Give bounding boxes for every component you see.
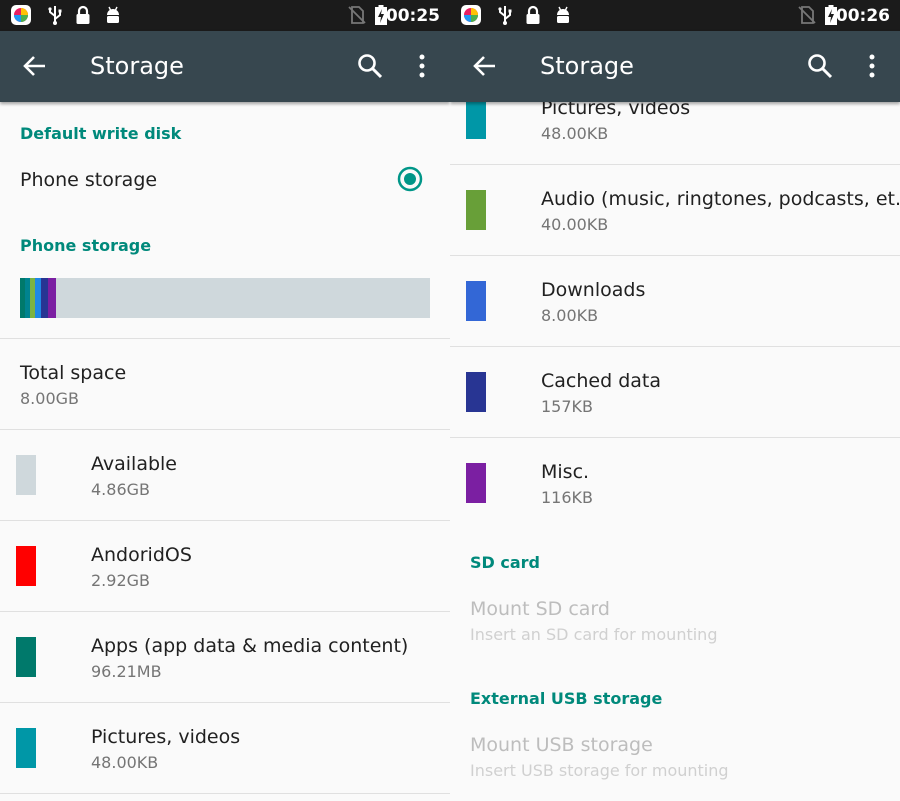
category-size: 116KB: [541, 488, 594, 507]
radio-checked-icon[interactable]: [397, 166, 423, 192]
no-sim-icon: [348, 6, 366, 24]
status-time: 00:25: [385, 6, 440, 26]
storage-screen-right: 00:26 Storage Pictures, videos 48.00KB Aud…: [450, 0, 900, 801]
storage-category-row[interactable]: Pictures, videos 48.00KB: [0, 703, 450, 794]
category-size: 48.00KB: [541, 124, 609, 143]
search-icon[interactable]: [356, 52, 384, 80]
storage-category-row[interactable]: AndoridOS 2.92GB: [0, 521, 450, 612]
category-size: 4.86GB: [91, 480, 150, 499]
storage-usage-bar: [20, 278, 430, 318]
lock-icon: [526, 5, 540, 24]
status-bar: 00:25: [0, 0, 450, 31]
usage-bar-segment: [48, 278, 56, 318]
more-vert-icon[interactable]: [860, 52, 884, 80]
mount-sd-card-title[interactable]: Mount SD card: [470, 598, 610, 620]
category-size: 2.92GB: [91, 571, 150, 590]
category-label: Available: [91, 453, 178, 475]
android-icon: [107, 6, 119, 23]
category-color-swatch: [466, 372, 486, 412]
page-title: Storage: [90, 52, 184, 80]
usb-icon: [498, 6, 512, 25]
category-color-swatch: [16, 455, 36, 495]
category-label: Cached data: [541, 370, 661, 392]
category-label: Audio (music, ringtones, podcasts, et..: [541, 188, 900, 210]
default-write-disk-header: Default write disk: [20, 124, 182, 143]
mount-sd-card-summary: Insert an SD card for mounting: [470, 625, 718, 644]
category-color-swatch: [16, 637, 36, 677]
usage-bar-segment: [41, 278, 48, 318]
phone-storage-header: Phone storage: [20, 236, 152, 255]
category-label: Downloads: [541, 279, 646, 301]
mount-usb-storage-title[interactable]: Mount USB storage: [470, 734, 653, 756]
category-size: 96.21MB: [91, 662, 162, 681]
category-label: AndoridOS: [91, 544, 192, 566]
storage-category-row[interactable]: Misc. 116KB: [450, 438, 900, 529]
storage-screen-left: 00:25 Storage Default write disk Phone s…: [0, 0, 450, 801]
status-time: 00:26: [835, 6, 890, 26]
category-label: Misc.: [541, 461, 590, 483]
android-icon: [557, 6, 569, 23]
back-arrow-icon[interactable]: [472, 53, 498, 79]
category-size: 157KB: [541, 397, 594, 416]
back-arrow-icon[interactable]: [22, 53, 48, 79]
storage-category-row[interactable]: Cached data 157KB: [450, 347, 900, 438]
category-color-swatch: [466, 190, 486, 230]
storage-category-row[interactable]: Available 4.86GB: [0, 430, 450, 521]
usb-icon: [48, 6, 62, 25]
more-vert-icon[interactable]: [410, 52, 434, 80]
storage-category-row[interactable]: Apps (app data & media content) 96.21MB: [0, 612, 450, 703]
page-title: Storage: [540, 52, 634, 80]
category-color-swatch: [466, 463, 486, 503]
category-size: 48.00KB: [91, 753, 159, 772]
storage-category-row[interactable]: Audio (music, ringtones, podcasts, et.. 4…: [450, 165, 900, 256]
mount-usb-storage-summary: Insert USB storage for mounting: [470, 761, 729, 780]
lock-icon: [76, 5, 90, 24]
total-space-label: Total space: [20, 362, 127, 384]
phone-storage-option-label[interactable]: Phone storage: [20, 169, 157, 191]
category-color-swatch: [16, 728, 36, 768]
divider: [0, 429, 450, 430]
app-icon: [461, 5, 481, 25]
category-color-swatch: [466, 99, 486, 139]
category-color-swatch: [16, 546, 36, 586]
storage-category-row[interactable]: Downloads 8.00KB: [450, 256, 900, 347]
divider: [0, 793, 450, 794]
toolbar: Storage: [450, 31, 900, 102]
category-label: Pictures, videos: [91, 726, 241, 748]
category-size: 40.00KB: [541, 215, 609, 234]
divider: [0, 338, 450, 339]
status-bar: 00:26: [450, 0, 900, 31]
no-sim-icon: [798, 6, 816, 24]
toolbar: Storage: [0, 31, 450, 102]
category-size: 8.00KB: [541, 306, 599, 325]
app-icon: [11, 5, 31, 25]
sd-card-header: SD card: [470, 553, 540, 572]
category-color-swatch: [466, 281, 486, 321]
usb-storage-header: External USB storage: [470, 689, 663, 708]
category-label: Apps (app data & media content): [91, 635, 409, 657]
search-icon[interactable]: [806, 52, 834, 80]
total-space-value: 8.00GB: [20, 389, 79, 408]
